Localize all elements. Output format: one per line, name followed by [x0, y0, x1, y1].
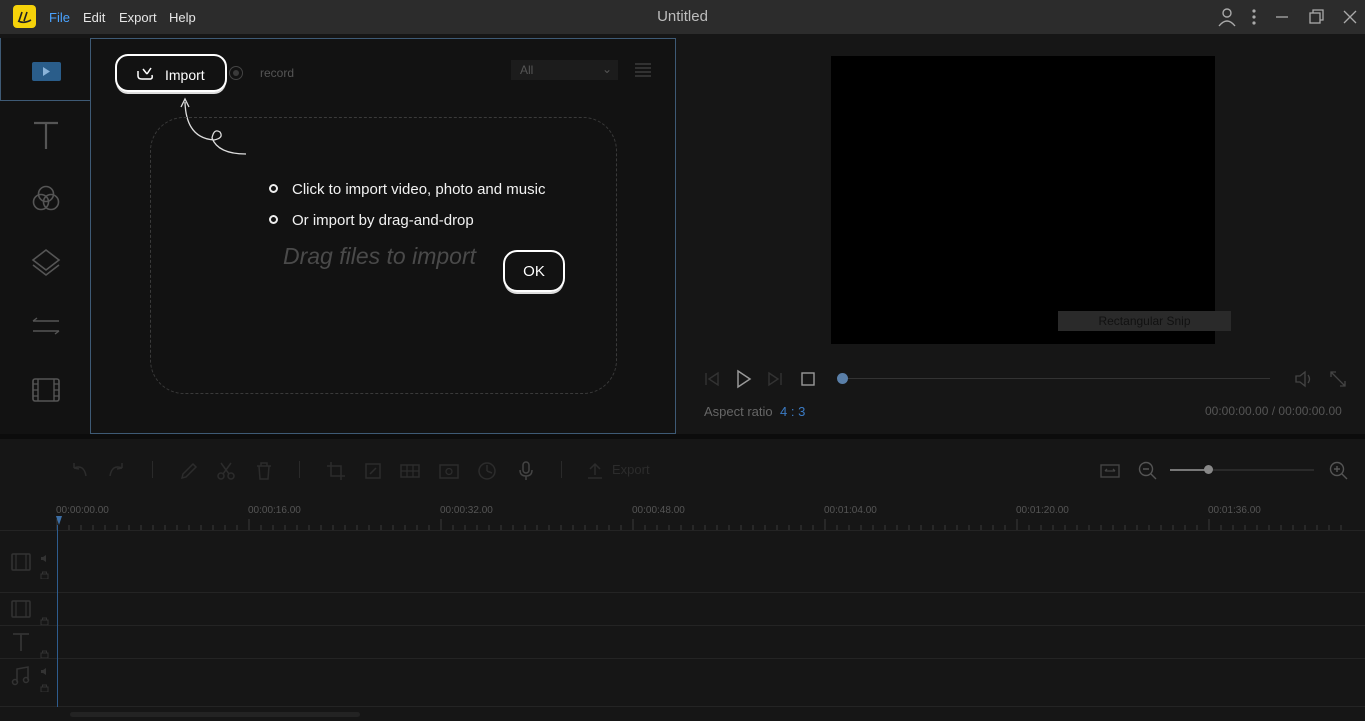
ruler-label: 00:00:00.00 [56, 505, 109, 516]
video-track[interactable] [0, 531, 1365, 593]
video-track-icon [10, 551, 32, 573]
text-track[interactable] [0, 626, 1365, 659]
toolbar-separator [152, 461, 153, 478]
mute-icon[interactable] [40, 550, 49, 562]
zoom-slider-knob[interactable] [1204, 465, 1213, 474]
media-filter-select[interactable]: All ⌄ [511, 60, 618, 80]
more-vertical-icon[interactable] [1243, 6, 1265, 28]
time-readout: 00:00:00.00 / 00:00:00.00 [1205, 404, 1342, 418]
list-view-icon[interactable] [634, 62, 652, 78]
play-icon[interactable] [733, 369, 753, 389]
aspect-ratio-label: Aspect ratio [704, 404, 773, 419]
app-logo-icon [13, 5, 36, 28]
title-bar: File Edit Export Help Untitled [0, 0, 1365, 34]
menu-export[interactable]: Export [119, 10, 157, 25]
ruler-label: 00:00:48.00 [632, 505, 685, 516]
mute-icon[interactable] [40, 663, 49, 675]
import-tip: Click to import video, photo and music [292, 181, 546, 198]
lock-icon[interactable] [40, 679, 49, 693]
text-icon[interactable] [28, 117, 64, 153]
export-icon[interactable] [584, 460, 606, 482]
menu-help[interactable]: Help [169, 10, 196, 25]
undo-icon[interactable] [68, 460, 90, 482]
freeze-frame-icon[interactable] [438, 460, 460, 482]
import-label: Import [165, 67, 205, 83]
tip-bullet-icon [269, 215, 278, 224]
ruler-label: 00:00:16.00 [248, 505, 301, 516]
tip-bullet-icon [269, 184, 278, 193]
ruler-label: 00:01:20.00 [1016, 505, 1069, 516]
crop-icon[interactable] [325, 460, 347, 482]
lock-icon[interactable] [40, 612, 49, 626]
close-icon[interactable] [1339, 6, 1361, 28]
cut-icon[interactable] [215, 460, 237, 482]
delete-icon[interactable] [253, 460, 275, 482]
zoom-out-icon[interactable] [1137, 460, 1159, 482]
playhead-line[interactable] [57, 525, 58, 707]
record-radio[interactable] [229, 66, 243, 80]
snip-tag: Rectangular Snip [1058, 311, 1231, 331]
timeline-toolbar [0, 439, 1365, 499]
preview-progress-track[interactable] [842, 378, 1270, 379]
zoom-slider-fill [1170, 469, 1208, 471]
record-label: record [260, 66, 295, 80]
music-track[interactable] [0, 659, 1365, 707]
export-button[interactable]: Export [612, 462, 650, 477]
fit-width-icon[interactable] [1099, 460, 1121, 482]
film-icon[interactable] [28, 372, 64, 408]
lock-icon[interactable] [40, 566, 49, 580]
fullscreen-icon[interactable] [1328, 369, 1348, 389]
microphone-icon[interactable] [515, 460, 537, 482]
preview-progress-knob[interactable] [837, 373, 848, 384]
toolbar-separator [299, 461, 300, 478]
import-button[interactable]: Import [115, 54, 227, 92]
drag-hint: Drag files to import [283, 243, 477, 269]
timeline-scrollbar-thumb[interactable] [70, 712, 360, 717]
timeline-scrollbar[interactable] [60, 710, 1365, 718]
media-icon[interactable] [28, 54, 64, 90]
drag-tip: Or import by drag-and-drop [292, 212, 474, 229]
overlay-track-icon [10, 598, 32, 620]
overlay-icon[interactable] [28, 244, 64, 280]
window-title: Untitled [657, 8, 708, 25]
transition-icon[interactable] [28, 308, 64, 344]
volume-icon[interactable] [1294, 369, 1314, 389]
playhead-marker[interactable] [56, 516, 62, 525]
media-filter-value: All [520, 63, 534, 77]
chevron-down-icon: ⌄ [601, 62, 612, 76]
zoom-in-icon[interactable] [1328, 460, 1350, 482]
import-icon [137, 67, 153, 80]
aspect-ratio-value[interactable]: 4 : 3 [780, 404, 805, 419]
speed-icon[interactable] [476, 460, 498, 482]
user-icon[interactable] [1216, 6, 1238, 28]
mosaic-icon[interactable] [399, 460, 421, 482]
ruler-label: 00:01:36.00 [1208, 505, 1261, 516]
music-track-icon [10, 665, 32, 687]
ok-button[interactable]: OK [503, 250, 565, 292]
stop-icon[interactable] [798, 369, 818, 389]
ruler-label: 00:01:04.00 [824, 505, 877, 516]
toolbar-separator [561, 461, 562, 478]
ruler-label: 00:00:32.00 [440, 505, 493, 516]
resize-icon[interactable] [362, 460, 384, 482]
filter-icon[interactable] [28, 181, 64, 217]
menu-file[interactable]: File [49, 10, 70, 25]
edit-icon[interactable] [178, 460, 200, 482]
next-frame-icon[interactable] [765, 369, 785, 389]
text-track-icon [10, 631, 32, 653]
restore-icon[interactable] [1305, 6, 1327, 28]
video-editor-app: File Edit Export Help Untitled Import re… [0, 0, 1365, 721]
menu-edit[interactable]: Edit [83, 10, 105, 25]
previous-frame-icon[interactable] [702, 369, 722, 389]
redo-icon[interactable] [106, 460, 128, 482]
minimize-icon[interactable] [1271, 6, 1293, 28]
overlay-track[interactable] [0, 593, 1365, 626]
video-preview [831, 56, 1215, 344]
lock-icon[interactable] [40, 645, 49, 659]
